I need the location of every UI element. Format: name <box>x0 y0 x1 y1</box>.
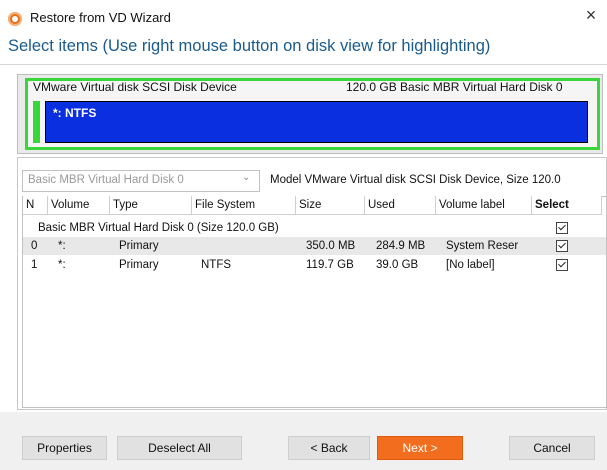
col-header-volume-label[interactable]: Volume label <box>436 196 532 215</box>
col-header-n[interactable]: N <box>23 196 48 215</box>
disk-model-text: Model VMware Virtual disk SCSI Disk Devi… <box>270 174 561 186</box>
row-volume-label: System Reser­ <box>446 240 519 252</box>
cancel-button[interactable]: Cancel <box>509 436 595 460</box>
row-type: Primary <box>119 240 159 252</box>
properties-button[interactable]: Properties <box>22 436 107 460</box>
col-header-file-system[interactable]: File System <box>192 196 296 215</box>
row-volume-label: [No label] <box>446 259 495 271</box>
col-header-used[interactable]: Used <box>365 196 436 215</box>
col-header-size[interactable]: Size <box>296 196 365 215</box>
partition-block[interactable] <box>45 101 588 143</box>
row-size: 350.0 MB <box>306 240 356 252</box>
chevron-down-icon[interactable]: ⌄ <box>242 172 250 183</box>
col-header-type[interactable]: Type <box>110 196 192 215</box>
row-used: 284.9 MB <box>376 240 426 252</box>
row-volume: *: <box>58 259 66 271</box>
row-n: 0 <box>31 240 38 252</box>
checkbox-checked-icon[interactable] <box>556 240 568 252</box>
wizard-header: Select items (Use right mouse button on … <box>8 37 491 55</box>
row-n: 1 <box>31 259 38 271</box>
disk-select-value: Basic MBR Virtual Hard Disk 0 <box>28 174 184 186</box>
row-used: 39.0 GB <box>376 259 419 271</box>
window-title: Restore from VD Wizard <box>30 10 171 25</box>
back-button[interactable]: < Back <box>288 436 370 460</box>
row-size: 119.7 GB <box>306 259 354 271</box>
next-button[interactable]: Next > <box>377 436 463 460</box>
deselect-all-button[interactable]: Deselect All <box>117 436 242 460</box>
row-file-system: NTFS <box>201 259 232 271</box>
disk-name: VMware Virtual disk SCSI Disk Device <box>33 80 237 94</box>
row-type: Primary <box>119 259 159 271</box>
disk-info: 120.0 GB Basic MBR Virtual Hard Disk 0 <box>346 80 563 94</box>
header-divider <box>0 64 607 65</box>
row-volume: *: <box>58 240 66 252</box>
checkbox-checked-icon[interactable] <box>556 259 568 271</box>
disk-selection-marker <box>33 101 40 143</box>
disk-group-label: Basic MBR Virtual Hard Disk 0 (Size 120.… <box>38 222 279 234</box>
col-header-volume[interactable]: Volume <box>48 196 110 215</box>
checkbox-checked-icon[interactable] <box>556 222 568 234</box>
col-header-select[interactable]: Select <box>532 196 602 215</box>
app-icon <box>8 12 22 26</box>
close-icon[interactable]: × <box>580 4 602 26</box>
partition-label: *: NTFS <box>53 106 97 120</box>
